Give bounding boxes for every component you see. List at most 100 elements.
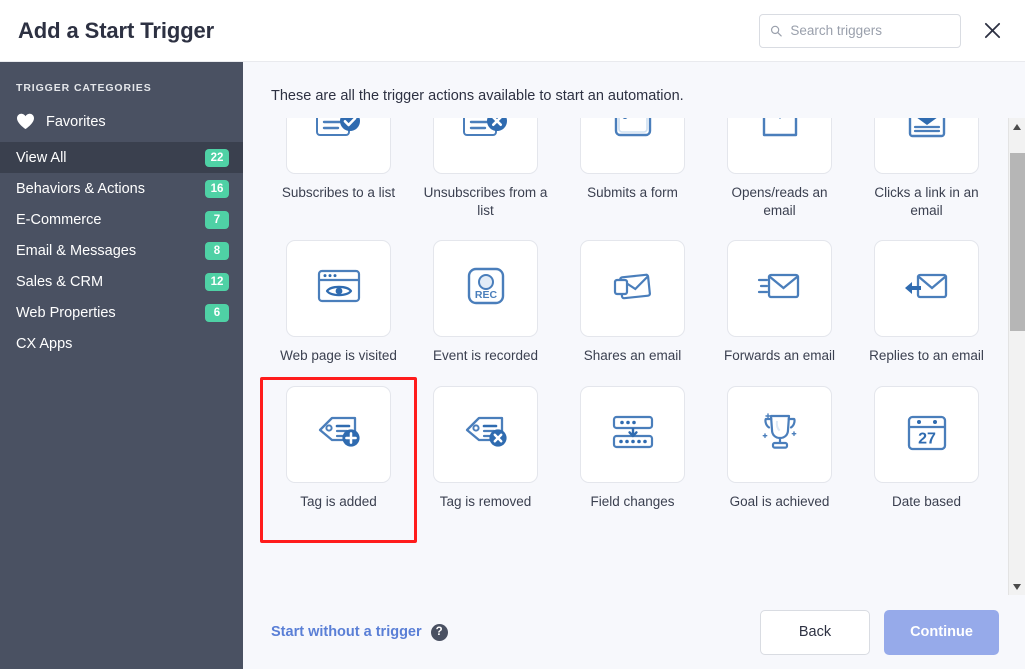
page-title: Add a Start Trigger [18, 17, 215, 43]
sidebar-item-badge: 22 [205, 148, 229, 167]
sidebar-item-favorites[interactable]: Favorites [0, 108, 243, 142]
scroll-up-arrow-icon[interactable] [1009, 118, 1025, 135]
sidebar-item-label: View All [16, 149, 67, 166]
envelope-reply-icon [899, 258, 955, 319]
trigger-card-label: Submits a form [587, 185, 678, 200]
sidebar-item-label: Favorites [46, 113, 106, 130]
trigger-card-label: Date based [891, 493, 962, 509]
trigger-card[interactable] [580, 240, 685, 338]
vertical-scrollbar[interactable] [1008, 118, 1025, 595]
trigger-card[interactable] [286, 240, 391, 338]
heart-icon [17, 113, 34, 130]
sidebar-heading: TRIGGER CATEGORIES [16, 82, 152, 94]
trigger-card-cell: Unsubscribes from a list [412, 118, 559, 234]
trigger-card[interactable] [874, 118, 979, 174]
sidebar-item-badge: 8 [205, 241, 229, 260]
trigger-card[interactable] [727, 118, 832, 174]
envelope-share-icon [605, 258, 661, 319]
modal-body: TRIGGER CATEGORIES Favorites View All 22 B… [0, 62, 1025, 669]
trigger-card[interactable] [286, 385, 391, 483]
trigger-card[interactable] [433, 118, 538, 174]
trigger-categories-sidebar: TRIGGER CATEGORIES Favorites View All 22 B… [0, 62, 243, 669]
trigger-card-label: Field changes [590, 493, 675, 509]
trigger-card[interactable]: 27 [874, 385, 979, 483]
svg-text:REC: REC [474, 289, 497, 301]
trigger-card-label: Goal is achieved [729, 493, 830, 509]
sidebar-item-label: E-Commerce [16, 211, 102, 228]
sidebar-item-sales-crm[interactable]: Sales & CRM 12 [0, 266, 243, 297]
trigger-card-cell: Goal is achieved [706, 380, 853, 525]
list-check-icon [311, 118, 367, 156]
sidebar-item-web-properties[interactable]: Web Properties 6 [0, 297, 243, 328]
sidebar-item-view-all[interactable]: View All 22 [0, 142, 243, 173]
continue-button[interactable]: Continue [884, 609, 999, 655]
svg-text:27: 27 [918, 430, 936, 447]
sidebar-item-e-commerce[interactable]: E-Commerce 7 [0, 204, 243, 235]
search-icon [770, 25, 782, 37]
envelope-click-icon [899, 118, 955, 156]
sidebar-item-email-messages[interactable]: Email & Messages 8 [0, 235, 243, 266]
sidebar-item-cx-apps[interactable]: CX Apps [0, 328, 243, 359]
envelope-open-icon [752, 118, 808, 156]
trigger-card-label: Web page is visited [280, 348, 397, 364]
header-actions [759, 13, 1005, 48]
rec-button-icon: REC [458, 258, 514, 319]
form-icon [605, 118, 661, 156]
trigger-grid: Subscribes to a list Unsubscribes from a … [260, 118, 1008, 543]
trigger-card-label: Event is recorded [432, 348, 539, 364]
trigger-card-cell: Forwards an email [706, 234, 853, 379]
sidebar-item-badge: 12 [205, 272, 229, 291]
trigger-card-cell: Field changes [559, 380, 706, 525]
sidebar-nav-list: View All 22 Behaviors & Actions 16 E-Commerc… [0, 142, 243, 359]
trophy-icon [752, 404, 808, 465]
sidebar-item-behaviors-actions[interactable]: Behaviors & Actions 16 [0, 173, 243, 204]
trigger-card[interactable] [727, 385, 832, 483]
trigger-card-cell: 27 Date based [853, 380, 1000, 525]
sidebar-item-badge: 16 [205, 179, 229, 198]
scrollbar-thumb[interactable] [1009, 153, 1025, 331]
calendar-icon: 27 [899, 404, 955, 465]
trigger-card-label: Clicks a link in an email [874, 185, 979, 219]
sidebar-item-label: CX Apps [16, 335, 73, 352]
envelope-forward-icon [752, 258, 808, 319]
close-icon[interactable] [979, 18, 1005, 44]
trigger-card[interactable] [874, 240, 979, 338]
trigger-card[interactable] [580, 118, 685, 174]
scrollbar-track[interactable] [1009, 135, 1025, 578]
trigger-card[interactable] [286, 118, 391, 174]
intro-text: These are all the trigger actions availa… [271, 88, 684, 104]
sidebar-item-badge: 7 [205, 210, 229, 229]
trigger-card-label: Shares an email [583, 348, 682, 364]
trigger-card-cell: Opens/reads an email [706, 118, 853, 234]
trigger-card-cell: Subscribes to a list [265, 118, 412, 234]
back-button[interactable]: Back [760, 609, 870, 655]
help-icon[interactable]: ? [430, 623, 448, 641]
trigger-card-label: Tag is added [300, 493, 377, 509]
sidebar-item-badge: 6 [205, 303, 229, 322]
trigger-card-label: Opens/reads an email [731, 185, 828, 219]
modal-header: Add a Start Trigger [0, 0, 1025, 62]
trigger-card-cell: Tag is added [260, 376, 417, 543]
trigger-card[interactable] [727, 240, 832, 338]
start-without-trigger-group[interactable]: Start without a trigger ? [271, 623, 448, 641]
trigger-card-cell: Tag is removed [412, 380, 559, 525]
scroll-down-arrow-icon[interactable] [1009, 578, 1025, 595]
trigger-grid-area: Subscribes to a list Unsubscribes from a … [243, 118, 1025, 595]
browser-eye-icon [311, 258, 367, 319]
search-triggers-box[interactable] [759, 13, 961, 48]
start-without-trigger-link[interactable]: Start without a trigger [271, 624, 422, 640]
main-content: These are all the trigger actions availa… [243, 62, 1025, 669]
trigger-card-label: Forwards an email [723, 348, 836, 364]
sidebar-item-label: Sales & CRM [16, 273, 104, 290]
trigger-card-cell: Submits a form [559, 118, 706, 234]
add-start-trigger-modal: Add a Start Trigger TRIGGER CATEGORIES [0, 0, 1025, 669]
trigger-card-label: Tag is removed [439, 493, 532, 509]
tag-plus-icon [311, 404, 367, 465]
trigger-card-label: Replies to an email [869, 348, 984, 364]
search-input[interactable] [790, 23, 950, 38]
sidebar-item-label: Email & Messages [16, 242, 137, 259]
trigger-card[interactable] [433, 385, 538, 483]
trigger-card[interactable]: REC [433, 240, 538, 338]
trigger-card[interactable] [580, 385, 685, 483]
trigger-grid-scroll: Subscribes to a list Unsubscribes from a … [243, 118, 1008, 595]
